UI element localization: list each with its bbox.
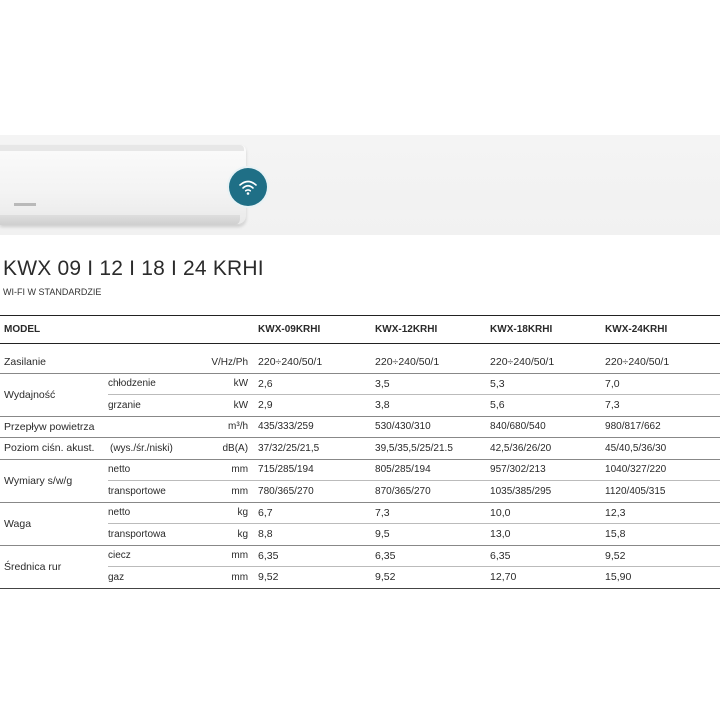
- value: 7,0: [605, 373, 720, 395]
- model-col-4: KWX-24KRHI: [605, 315, 720, 344]
- value: 980/817/662: [605, 416, 720, 438]
- value: 8,8: [258, 523, 376, 546]
- value: 42,5/36/26/20: [490, 437, 606, 460]
- sub-label: ciecz: [108, 545, 208, 567]
- model-col-2: KWX-12KRHI: [375, 315, 491, 344]
- unit: V/Hz/Ph: [208, 352, 259, 374]
- value: 37/32/25/21,5: [258, 437, 376, 460]
- value: 3,5: [375, 373, 491, 395]
- value: 220÷240/50/1: [605, 352, 720, 374]
- ac-logo: [14, 203, 36, 206]
- value: 7,3: [605, 394, 720, 417]
- unit: m³/h: [208, 416, 259, 438]
- wifi-icon: [239, 180, 257, 195]
- param-label: Waga: [0, 502, 108, 546]
- sub-label: netto: [108, 502, 208, 524]
- unit: mm: [208, 480, 259, 503]
- value: 5,3: [490, 373, 606, 395]
- ac-vent: [0, 215, 240, 225]
- unit: mm: [208, 459, 259, 481]
- value: 220÷240/50/1: [258, 352, 376, 374]
- sub-label: netto: [108, 459, 208, 481]
- param-label: Poziom ciśn. akust.: [0, 437, 108, 460]
- param-label: Zasilanie: [0, 352, 208, 374]
- value: 2,6: [258, 373, 376, 395]
- sub-label: (wys./śr./niski): [108, 437, 208, 460]
- table-row: transportowa kg 8,8 9,5 13,0 15,8: [0, 523, 720, 546]
- table-row: gaz mm 9,52 9,52 12,70 15,90: [0, 566, 720, 589]
- unit: kg: [208, 502, 259, 524]
- value: 45/40,5/36/30: [605, 437, 720, 460]
- table-row: Zasilanie V/Hz/Ph 220÷240/50/1 220÷240/5…: [0, 352, 720, 374]
- value: 435/333/259: [258, 416, 376, 438]
- unit: kW: [208, 373, 259, 395]
- model-col-3: KWX-18KRHI: [490, 315, 606, 344]
- value: 715/285/194: [258, 459, 376, 481]
- model-header: MODEL: [0, 315, 259, 344]
- value: 1040/327/220: [605, 459, 720, 481]
- value: 39,5/35,5/25/21.5: [375, 437, 491, 460]
- value: 12,70: [490, 566, 606, 589]
- wifi-badge: [229, 168, 267, 206]
- product-title: KWX 09 I 12 I 18 I 24 KRHI: [3, 257, 264, 280]
- sub-label: chłodzenie: [108, 373, 208, 395]
- unit: kW: [208, 394, 259, 417]
- value: 2,9: [258, 394, 376, 417]
- table-header: MODEL KWX-09KRHI KWX-12KRHI KWX-18KRHI K…: [0, 315, 720, 344]
- table-row: Wymiary s/w/g netto mm 715/285/194 805/2…: [0, 459, 720, 503]
- value: 7,3: [375, 502, 491, 524]
- value: 957/302/213: [490, 459, 606, 481]
- value: 9,5: [375, 523, 491, 546]
- param-label: Przepływ powietrza: [0, 416, 208, 438]
- value: 12,3: [605, 502, 720, 524]
- value: 15,90: [605, 566, 720, 589]
- sub-label: transportowa: [108, 523, 208, 546]
- value: 3,8: [375, 394, 491, 417]
- product-photo: [0, 135, 720, 235]
- value: 870/365/270: [375, 480, 491, 503]
- value: 6,35: [375, 545, 491, 567]
- table-row: Przepływ powietrza m³/h 435/333/259 530/…: [0, 416, 720, 438]
- value: 13,0: [490, 523, 606, 546]
- spec-table: MODEL KWX-09KRHI KWX-12KRHI KWX-18KRHI K…: [0, 315, 720, 589]
- table-row: transportowe mm 780/365/270 870/365/270 …: [0, 480, 720, 503]
- value: 9,52: [605, 545, 720, 567]
- value: 9,52: [258, 566, 376, 589]
- table-row: Wydajność chłodzenie kW 2,6 3,5 5,3 7,0: [0, 373, 720, 417]
- value: 6,35: [258, 545, 376, 567]
- value: 6,7: [258, 502, 376, 524]
- value: 10,0: [490, 502, 606, 524]
- model-col-1: KWX-09KRHI: [258, 315, 376, 344]
- unit: dB(A): [208, 437, 259, 460]
- value: 1035/385/295: [490, 480, 606, 503]
- table-row: Waga netto kg 6,7 7,3 10,0 12,3: [0, 502, 720, 546]
- value: 840/680/540: [490, 416, 606, 438]
- param-label: Wymiary s/w/g: [0, 459, 108, 503]
- table-row: grzanie kW 2,9 3,8 5,6 7,3: [0, 394, 720, 417]
- sub-label: transportowe: [108, 480, 208, 503]
- ac-top-strip: [0, 145, 244, 151]
- value: 220÷240/50/1: [375, 352, 491, 374]
- value: 9,52: [375, 566, 491, 589]
- sub-label: gaz: [108, 566, 208, 589]
- product-subtitle: WI-FI W STANDARDZIE: [3, 287, 102, 297]
- param-label: Wydajność: [0, 373, 108, 417]
- value: 1120/405/315: [605, 480, 720, 503]
- param-label: Średnica rur: [0, 545, 108, 589]
- value: 780/365/270: [258, 480, 376, 503]
- value: 805/285/194: [375, 459, 491, 481]
- table-row: Poziom ciśn. akust. (wys./śr./niski) dB(…: [0, 437, 720, 460]
- value: 220÷240/50/1: [490, 352, 606, 374]
- unit: mm: [208, 545, 259, 567]
- value: 6,35: [490, 545, 606, 567]
- unit: mm: [208, 566, 259, 589]
- unit: kg: [208, 523, 259, 546]
- value: 5,6: [490, 394, 606, 417]
- table-row: Średnica rur ciecz mm 6,35 6,35 6,35 9,5…: [0, 545, 720, 589]
- air-conditioner-image: [0, 145, 246, 225]
- sub-label: grzanie: [108, 394, 208, 417]
- value: 15,8: [605, 523, 720, 546]
- value: 530/430/310: [375, 416, 491, 438]
